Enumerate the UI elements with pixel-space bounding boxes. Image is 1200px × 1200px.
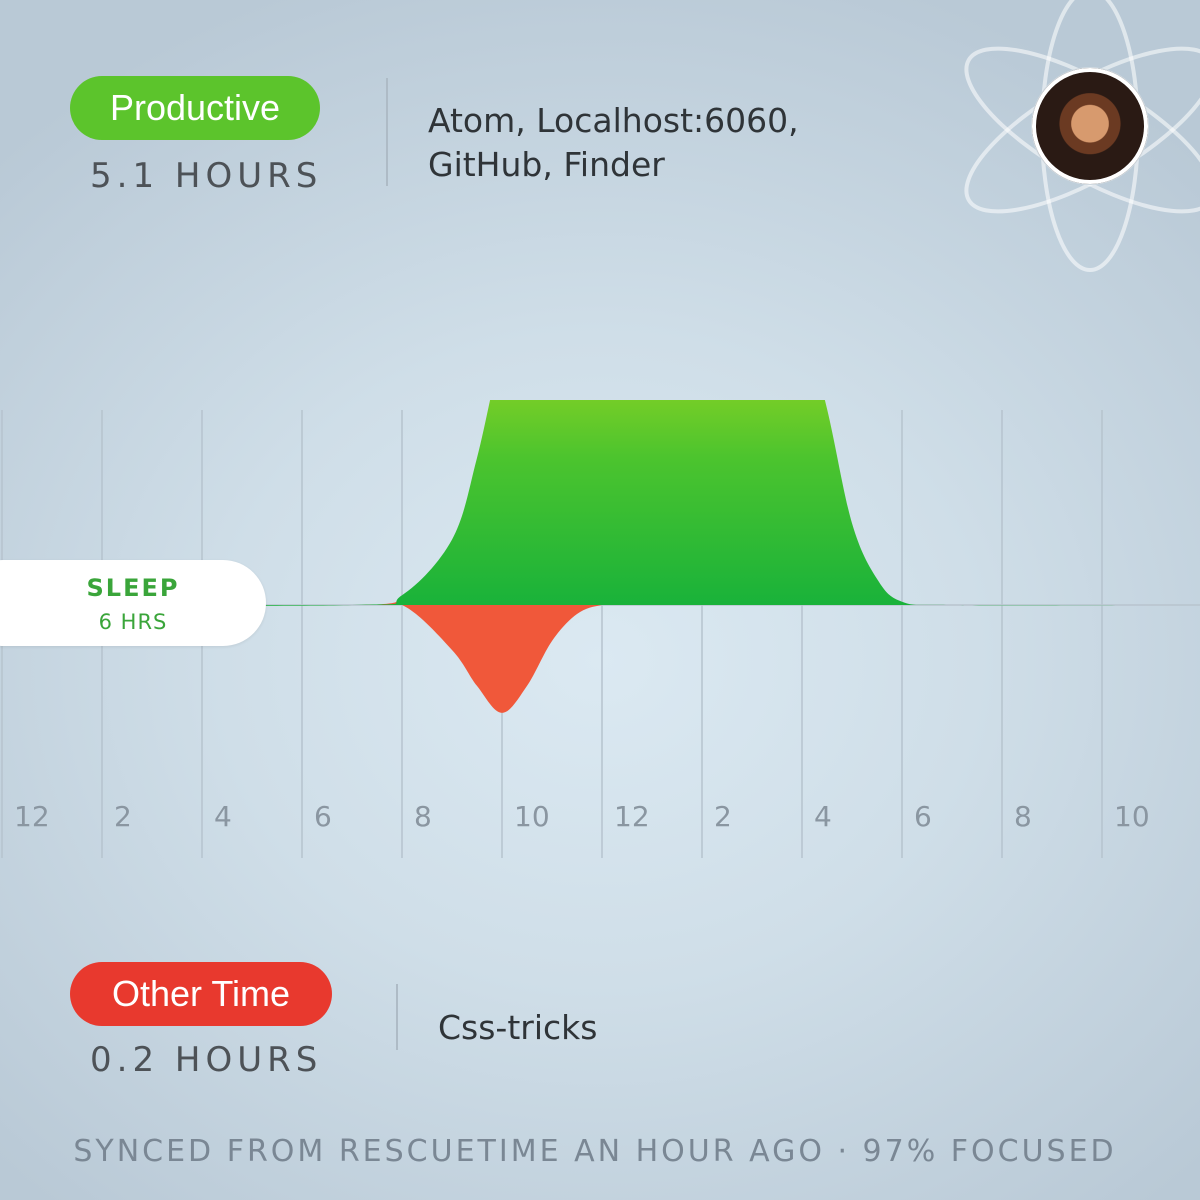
x-tick-label: 10 <box>1114 800 1150 833</box>
other-time-hours: 0.2 HOURS <box>90 1040 323 1080</box>
other-time-apps: Css-tricks <box>438 1006 597 1050</box>
productive-apps-line: Atom, Localhost:6060, <box>428 101 799 140</box>
x-tick-label: 2 <box>114 800 132 833</box>
productive-hours: 5.1 HOURS <box>90 156 323 196</box>
productive-apps: Atom, Localhost:6060, GitHub, Finder <box>428 99 799 187</box>
user-avatar[interactable] <box>1032 68 1148 184</box>
x-tick-label: 10 <box>514 800 550 833</box>
x-tick-label: 8 <box>414 800 432 833</box>
productive-badge: Productive <box>70 76 320 140</box>
other-time-apps-line: Css-tricks <box>438 1008 598 1047</box>
productive-divider <box>386 78 388 186</box>
x-tick-label: 8 <box>1014 800 1032 833</box>
x-tick-label: 4 <box>814 800 832 833</box>
x-tick-label: 2 <box>714 800 732 833</box>
x-tick-label: 6 <box>914 800 932 833</box>
sleep-label: SLEEP <box>86 574 180 602</box>
x-tick-label: 4 <box>214 800 232 833</box>
sync-status: SYNCED FROM RESCUETIME AN HOUR AGO · 97%… <box>73 1134 1117 1169</box>
x-tick-label: 12 <box>614 800 650 833</box>
other-time-divider <box>396 984 398 1050</box>
x-tick-label: 6 <box>314 800 332 833</box>
x-tick-label: 12 <box>14 800 50 833</box>
other-time-badge: Other Time <box>70 962 332 1026</box>
productive-apps-line: GitHub, Finder <box>428 145 665 184</box>
sleep-badge[interactable]: SLEEP 6 HRS <box>0 560 266 646</box>
sleep-hours: 6 HRS <box>98 610 168 634</box>
